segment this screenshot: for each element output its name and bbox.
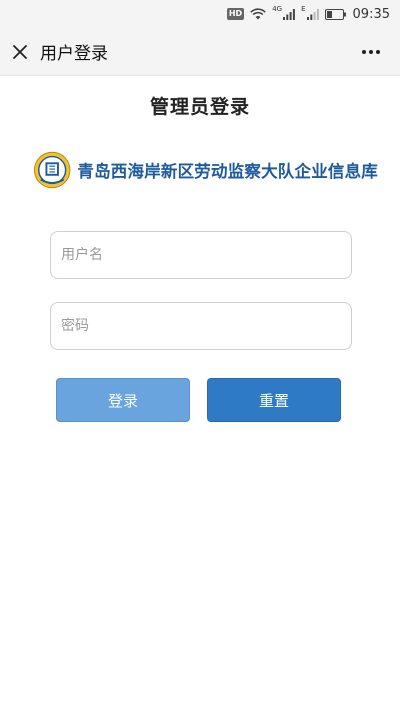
clock-time: 09:35 [352,6,390,22]
close-button[interactable] [0,28,40,76]
banner-title: 青岛西海岸新区劳动监察大队企业信息库 [77,162,378,181]
cell-signal-icon: 4G [272,5,295,20]
nav-bar: 用户登录 [0,28,400,76]
network-type-label-2: E [301,5,306,13]
login-button[interactable]: 登录 [56,378,190,422]
username-input[interactable] [51,232,351,278]
brand-banner: 青岛西海岸新区劳动监察大队企业信息库 [33,150,378,190]
close-icon [13,44,27,59]
reset-button[interactable]: 重置 [207,378,341,422]
battery-icon [324,8,347,20]
network-type-label: 4G [272,5,283,13]
hd-badge: HD [226,8,245,20]
password-input[interactable] [51,303,351,349]
password-field-container [50,302,352,350]
more-icon [362,50,380,54]
username-field-container [50,231,352,279]
status-bar: HD 4G E 09:35 [0,0,400,28]
page-title: 管理员登录 [149,96,250,118]
more-button[interactable] [356,28,386,76]
cell-signal-icon-2: E [301,5,319,20]
wifi-icon [250,8,266,20]
nav-title: 用户登录 [40,44,108,64]
emblem-logo-icon [33,151,71,189]
